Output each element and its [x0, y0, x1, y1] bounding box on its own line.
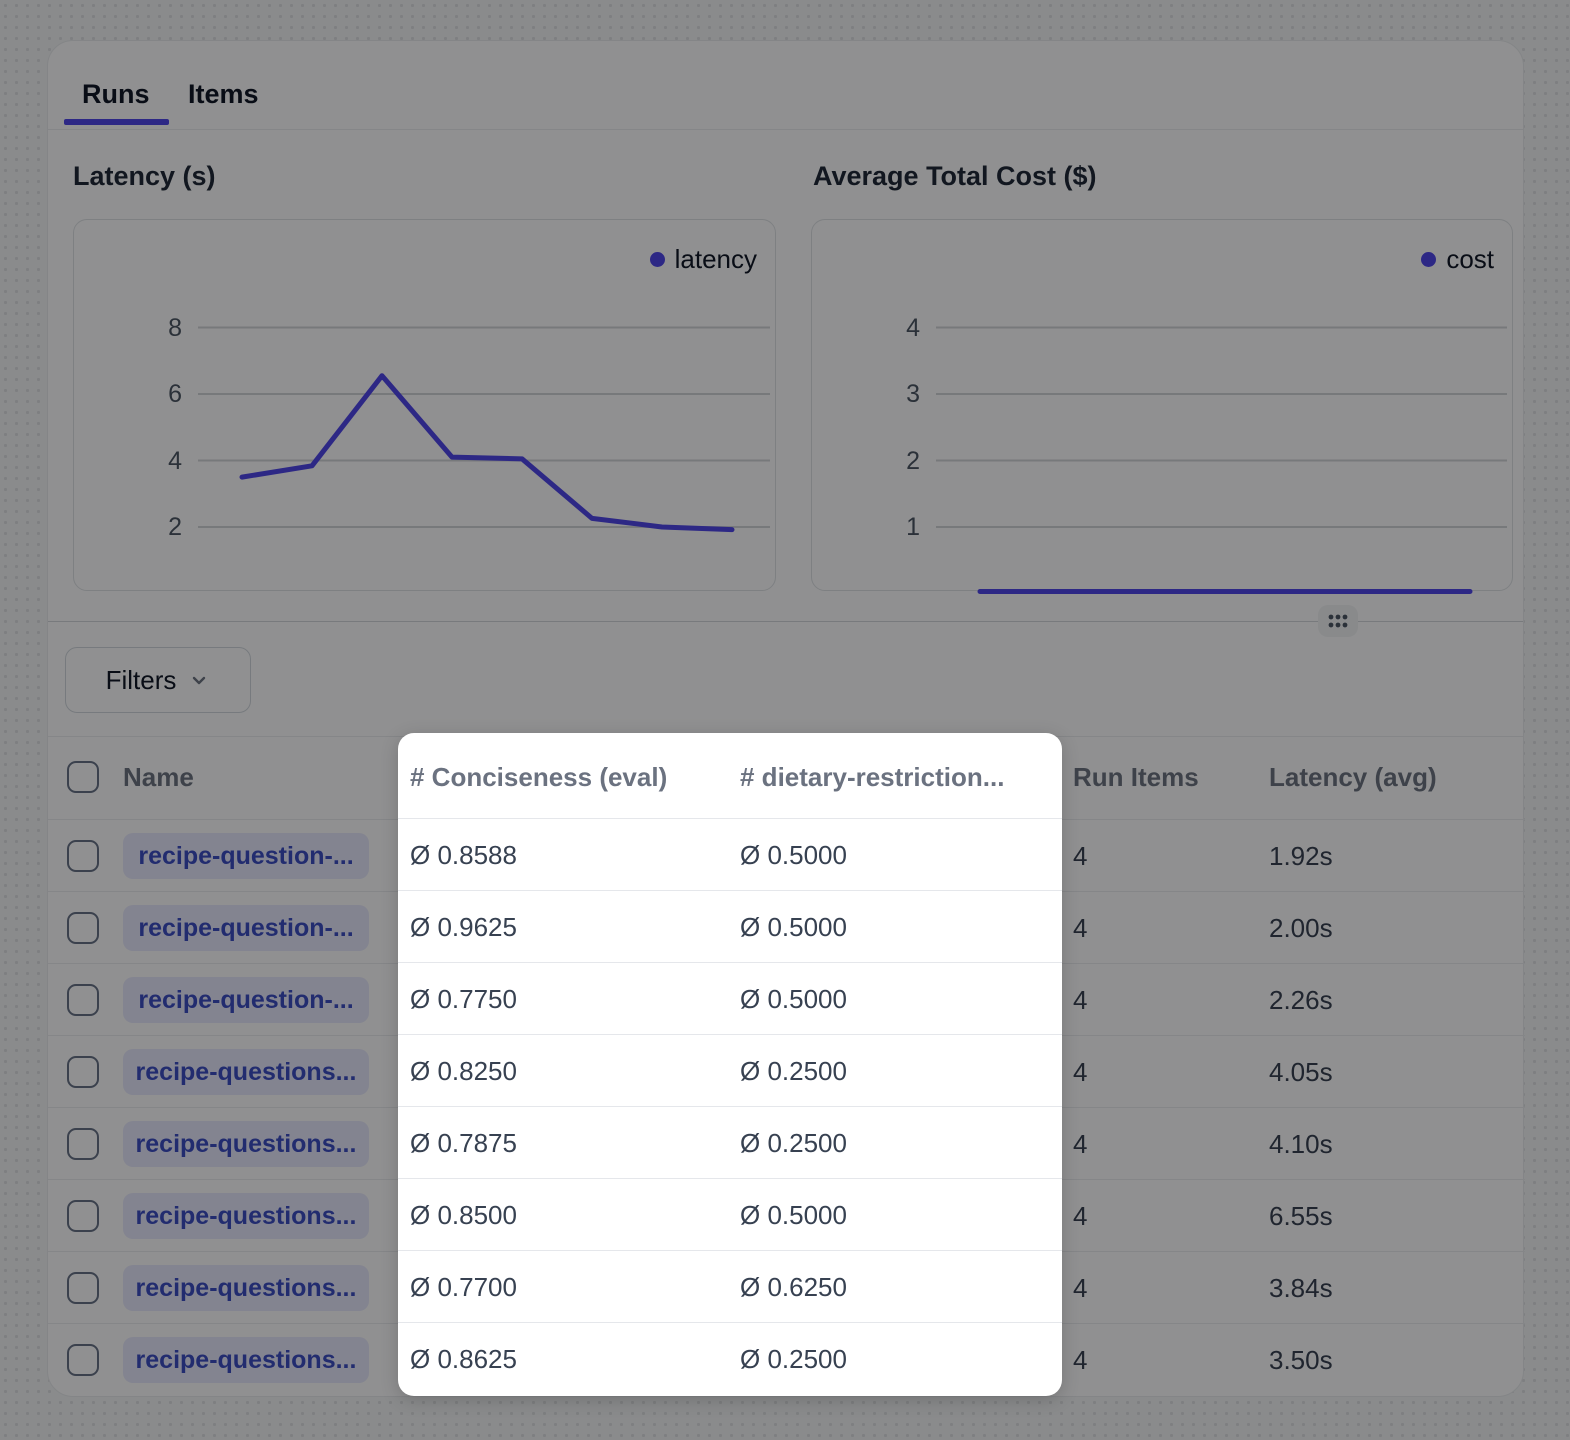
run-name-badge[interactable]: recipe-questions...	[123, 1121, 369, 1167]
conciseness-cell: Ø 0.8588	[410, 839, 517, 871]
run-name-badge[interactable]: recipe-questions...	[123, 1049, 369, 1095]
dietary-restriction-cell: Ø 0.2500	[740, 1127, 847, 1159]
run-name-badge[interactable]: recipe-questions...	[123, 1265, 369, 1311]
conciseness-cell: Ø 0.8500	[410, 1199, 517, 1231]
highlighted-row: Ø 0.8500 Ø 0.5000	[398, 1178, 1062, 1250]
conciseness-cell: Ø 0.7875	[410, 1127, 517, 1159]
row-checkbox[interactable]	[67, 912, 99, 944]
run-items-cell: 4	[1073, 1272, 1087, 1304]
row-checkbox[interactable]	[67, 1128, 99, 1160]
tab-runs[interactable]: Runs	[82, 79, 150, 110]
active-tab-indicator	[64, 119, 169, 125]
highlighted-row: Ø 0.7700 Ø 0.6250	[398, 1250, 1062, 1322]
run-items-cell: 4	[1073, 1200, 1087, 1232]
conciseness-cell: Ø 0.7750	[410, 983, 517, 1015]
highlighted-row: Ø 0.8588 Ø 0.5000	[398, 818, 1062, 890]
latency-cell: 1.92s	[1269, 840, 1333, 872]
dietary-restriction-cell: Ø 0.5000	[740, 1199, 847, 1231]
highlighted-row: Ø 0.7750 Ø 0.5000	[398, 962, 1062, 1034]
column-header-conciseness[interactable]: # Conciseness (eval)	[410, 761, 667, 793]
chevron-down-icon	[188, 669, 210, 691]
section-splitter	[48, 621, 1523, 622]
dietary-restriction-cell: Ø 0.5000	[740, 911, 847, 943]
tabs-divider	[48, 129, 1523, 130]
conciseness-cell: Ø 0.9625	[410, 911, 517, 943]
column-header-latency[interactable]: Latency (avg)	[1269, 761, 1437, 793]
page: Runs Items Latency (s) Average Total Cos…	[0, 0, 1570, 1440]
highlighted-row: Ø 0.8625 Ø 0.2500	[398, 1322, 1062, 1394]
row-checkbox[interactable]	[67, 984, 99, 1016]
latency-line	[242, 376, 732, 530]
highlighted-columns-panel: # Conciseness (eval) # dietary-restricti…	[398, 733, 1062, 1396]
highlighted-row: Ø 0.9625 Ø 0.5000	[398, 890, 1062, 962]
conciseness-cell: Ø 0.8250	[410, 1055, 517, 1087]
row-checkbox[interactable]	[67, 1056, 99, 1088]
latency-cell: 4.10s	[1269, 1128, 1333, 1160]
run-name-badge[interactable]: recipe-questions...	[123, 1193, 369, 1239]
row-checkbox[interactable]	[67, 840, 99, 872]
run-items-cell: 4	[1073, 1128, 1087, 1160]
row-checkbox[interactable]	[67, 1272, 99, 1304]
latency-chart: latency 8642	[73, 219, 776, 591]
latency-chart-title: Latency (s)	[73, 161, 216, 192]
run-items-cell: 4	[1073, 840, 1087, 872]
latency-cell: 3.84s	[1269, 1272, 1333, 1304]
column-header-dietary-restriction[interactable]: # dietary-restriction...	[740, 761, 1004, 793]
dietary-restriction-cell: Ø 0.2500	[740, 1055, 847, 1087]
cost-chart: cost 4321	[811, 219, 1513, 591]
dietary-restriction-cell: Ø 0.5000	[740, 839, 847, 871]
highlighted-row: Ø 0.7875 Ø 0.2500	[398, 1106, 1062, 1178]
conciseness-cell: Ø 0.7700	[410, 1271, 517, 1303]
column-header-name[interactable]: Name	[123, 761, 194, 793]
drag-dots-icon	[1318, 605, 1358, 637]
latency-cell: 4.05s	[1269, 1056, 1333, 1088]
dietary-restriction-cell: Ø 0.2500	[740, 1343, 847, 1375]
tab-items[interactable]: Items	[188, 79, 259, 110]
run-items-cell: 4	[1073, 912, 1087, 944]
dietary-restriction-cell: Ø 0.6250	[740, 1271, 847, 1303]
highlighted-row: Ø 0.8250 Ø 0.2500	[398, 1034, 1062, 1106]
chart-latency-plot	[74, 220, 775, 592]
run-name-badge[interactable]: recipe-question-...	[123, 905, 369, 951]
resize-drag-handle[interactable]	[1318, 605, 1358, 637]
chart-cost-plot	[812, 220, 1512, 592]
select-all-checkbox[interactable]	[67, 761, 99, 793]
dietary-restriction-cell: Ø 0.5000	[740, 983, 847, 1015]
conciseness-cell: Ø 0.8625	[410, 1343, 517, 1375]
latency-cell: 3.50s	[1269, 1344, 1333, 1376]
filters-button[interactable]: Filters	[65, 647, 251, 713]
run-name-badge[interactable]: recipe-question-...	[123, 977, 369, 1023]
latency-cell: 2.00s	[1269, 912, 1333, 944]
run-name-badge[interactable]: recipe-question-...	[123, 833, 369, 879]
row-checkbox[interactable]	[67, 1200, 99, 1232]
latency-cell: 6.55s	[1269, 1200, 1333, 1232]
column-header-run-items[interactable]: Run Items	[1073, 761, 1199, 793]
run-name-badge[interactable]: recipe-questions...	[123, 1337, 369, 1383]
filters-button-label: Filters	[106, 665, 177, 696]
row-checkbox[interactable]	[67, 1344, 99, 1376]
latency-cell: 2.26s	[1269, 984, 1333, 1016]
run-items-cell: 4	[1073, 984, 1087, 1016]
run-items-cell: 4	[1073, 1344, 1087, 1376]
run-items-cell: 4	[1073, 1056, 1087, 1088]
cost-chart-title: Average Total Cost ($)	[813, 161, 1097, 192]
